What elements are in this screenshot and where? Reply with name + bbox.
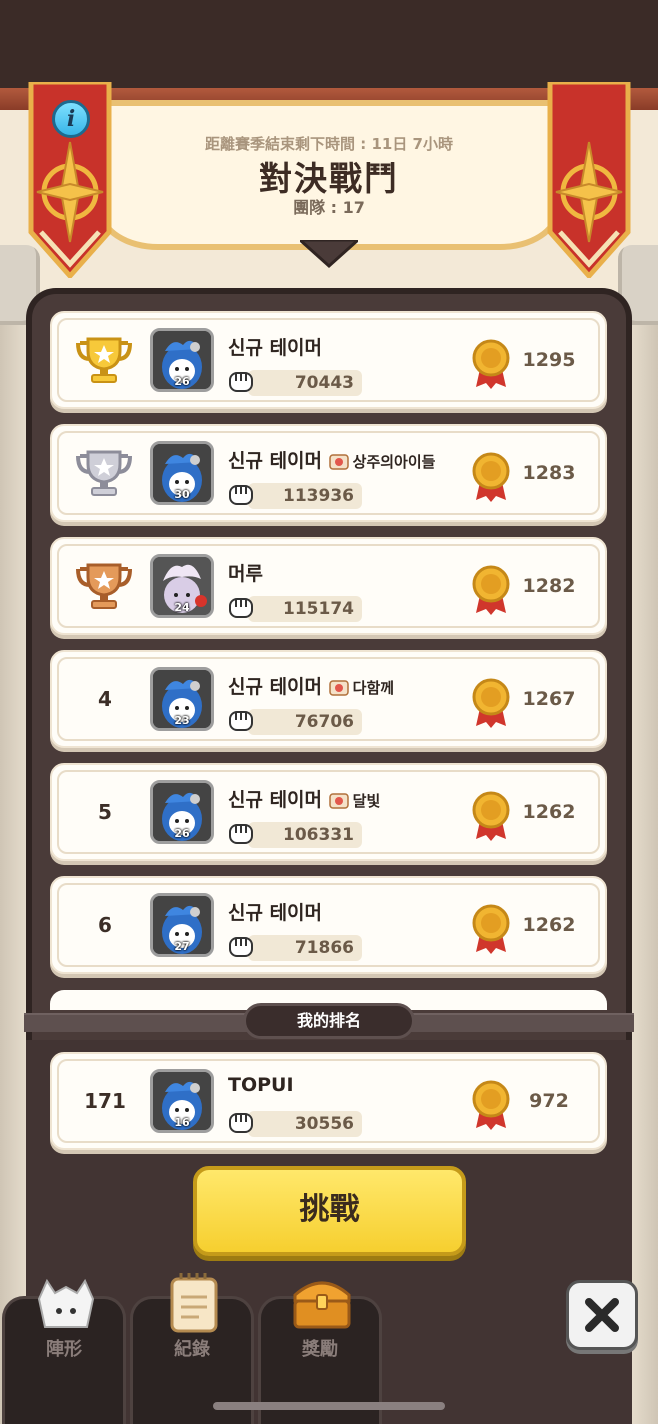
player-name-line: 신규 테이머: [228, 898, 322, 925]
player-name: 신규 테이머: [228, 676, 323, 698]
tab-label: 陣形: [46, 1339, 82, 1360]
bronze-trophy-icon: [76, 563, 132, 609]
silver-trophy-icon: [76, 450, 132, 496]
avatar: 27: [150, 893, 214, 957]
player-name: 신규 테이머: [228, 789, 323, 811]
my-rank-row[interactable]: 171 16 TOPUI 30556 972: [50, 1052, 607, 1150]
score-value: 1262: [522, 914, 576, 936]
level-badge: 27: [174, 940, 190, 953]
record-icon: [170, 1273, 218, 1333]
score-value: 1283: [522, 462, 576, 484]
score-value: 972: [529, 1090, 569, 1112]
info-icon: i: [66, 106, 76, 132]
bird-guild-icon: [328, 680, 349, 696]
right-pillar: [628, 260, 658, 1424]
page-title: 對決戰鬥: [259, 159, 399, 198]
level-badge: 30: [174, 488, 190, 501]
player-name: 신규 테이머: [228, 337, 323, 359]
medal-icon: [472, 1080, 510, 1130]
plaque-point-ornament: [300, 240, 358, 269]
info-button[interactable]: i: [52, 100, 90, 138]
challenge-button[interactable]: 挑戰: [193, 1166, 466, 1256]
player-name: 머루: [228, 563, 263, 585]
medal-icon: [472, 339, 510, 389]
bird-guild-icon: [328, 793, 349, 809]
table-row[interactable]: 5 26 신규 테이머 달빛 106331 1262: [50, 763, 607, 861]
rank-number: 5: [98, 800, 112, 824]
gold-trophy-icon: [76, 337, 132, 383]
chef-guild-icon: [328, 454, 349, 470]
treasure-chest-icon: [293, 1281, 351, 1329]
score-value: 1262: [522, 801, 576, 823]
avatar: 26: [150, 780, 214, 844]
player-name: 신규 테이머: [228, 902, 323, 924]
formation-icon: [37, 1278, 95, 1328]
player-name: TOPUI: [228, 1074, 294, 1096]
tab-label: 紀錄: [174, 1339, 210, 1360]
medal-icon: [472, 904, 510, 954]
guild-name: 달빛: [352, 792, 381, 810]
power-value: 70443: [294, 373, 354, 393]
score-value: 1295: [522, 349, 576, 371]
avatar: 24: [150, 554, 214, 618]
power-value: 106331: [283, 825, 354, 845]
rank-number: 6: [98, 913, 112, 937]
guild-name: 상주의아이들: [352, 453, 436, 471]
tab-label: 獎勵: [302, 1339, 338, 1360]
my-rank-label: 我的排名: [243, 1003, 415, 1039]
player-name-line: 신규 테이머 상주의아이들: [228, 446, 435, 473]
power-value: 115174: [283, 599, 354, 619]
score-value: 1282: [522, 575, 576, 597]
player-name-line: 신규 테이머: [228, 333, 322, 360]
avatar: 26: [150, 328, 214, 392]
table-row[interactable]: 26 신규 테이머 70443 1295: [50, 311, 607, 409]
table-row[interactable]: 4 23 신규 테이머 다함께 76706 1267: [50, 650, 607, 748]
player-name-line: 신규 테이머 달빛: [228, 785, 380, 812]
medal-icon: [472, 791, 510, 841]
level-badge: 24: [174, 601, 190, 614]
player-name: 신규 테이머: [228, 450, 323, 472]
season-remaining-text: 距離賽季結束剩下時間 : 11日 7小時: [205, 135, 453, 153]
avatar: 30: [150, 441, 214, 505]
power-value: 76706: [294, 712, 354, 732]
power-value: 30556: [294, 1114, 354, 1134]
medal-icon: [472, 565, 510, 615]
my-rank-number: 171: [84, 1089, 126, 1113]
avatar: 16: [150, 1069, 214, 1133]
player-name-line: 머루: [228, 559, 263, 586]
guild-name: 다함께: [352, 679, 395, 697]
level-badge: 16: [174, 1116, 190, 1129]
level-badge: 26: [174, 375, 190, 388]
level-badge: 26: [174, 827, 190, 840]
close-button[interactable]: [566, 1280, 638, 1350]
avatar: 23: [150, 667, 214, 731]
medal-icon: [472, 452, 510, 502]
medal-icon: [472, 678, 510, 728]
table-row[interactable]: 30 신규 테이머 상주의아이들 113936 1283: [50, 424, 607, 522]
score-value: 1267: [522, 688, 576, 710]
home-indicator[interactable]: [213, 1402, 445, 1410]
close-icon: [585, 1298, 619, 1332]
player-name-line: 신규 테이머 다함께: [228, 672, 394, 699]
tab-formation[interactable]: 陣形: [2, 1278, 126, 1424]
level-badge: 23: [174, 714, 190, 727]
power-value: 113936: [283, 486, 354, 506]
right-banner: [547, 82, 631, 278]
top-background: [0, 0, 658, 95]
power-value: 71866: [294, 938, 354, 958]
team-count-text: 團隊 : 17: [293, 198, 365, 217]
rank-number: 4: [98, 687, 112, 711]
table-row[interactable]: 6 27 신규 테이머 71866 1262: [50, 876, 607, 974]
table-row[interactable]: 24 머루 115174 1282: [50, 537, 607, 635]
